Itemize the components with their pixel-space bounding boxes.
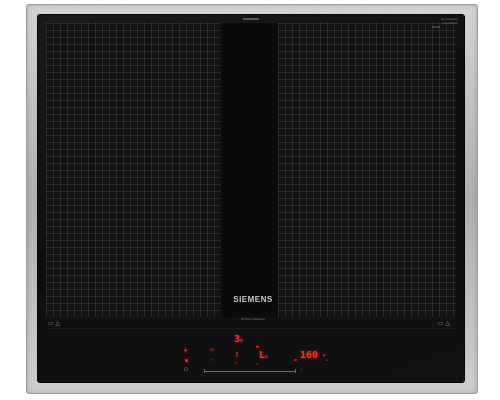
zone-select-dot-icon[interactable]: ●: [185, 359, 188, 364]
center-divider-strip: [221, 23, 278, 317]
heat-level-bar-icon[interactable]: ▯: [235, 351, 239, 358]
timer-mode-icon[interactable]: ◌: [300, 368, 303, 373]
zone-select-line-center-icon[interactable]: ▬: [256, 362, 258, 366]
power-slider[interactable]: [204, 369, 296, 373]
timer-minus-icon[interactable]: ◀: [294, 358, 296, 362]
top-center-marker: [243, 18, 259, 20]
feature-logo: flexInduction powerBoost: [441, 17, 458, 25]
timer-display: 160: [300, 350, 319, 361]
heat-level-display-left: 3s: [234, 334, 244, 345]
power-button-icon[interactable]: ⏻: [184, 368, 188, 373]
cooking-zone-right[interactable]: [278, 23, 456, 317]
slider-start-tick: [204, 369, 205, 373]
model-label: iQ700: [432, 25, 441, 29]
brand-logo: SIEMENS: [233, 295, 273, 304]
cooking-zone-left[interactable]: [46, 23, 221, 317]
right-zone-sensor-icon[interactable]: ▭ △: [438, 320, 450, 327]
slider-end-tick: [295, 369, 296, 373]
left-zone-sensor-icon[interactable]: ▭ △: [48, 320, 60, 327]
control-panel-divider: [46, 328, 456, 329]
timer-clock-icon[interactable]: ◔: [325, 359, 328, 364]
timer-plus-icon[interactable]: ▲: [323, 353, 325, 357]
zone-select-line-left-icon[interactable]: ▬: [235, 361, 237, 365]
glass-ceramic-surface: flexInduction powerBoost iQ700 SIEMENS iQ…: [38, 15, 464, 382]
cooktop-image: flexInduction powerBoost iQ700 SIEMENS iQ…: [0, 0, 500, 400]
heat-level-display-center: Lc: [259, 350, 269, 361]
series-label: iQ700 Induction: [240, 317, 265, 321]
lock-indicator-icon[interactable]: ▲: [184, 348, 187, 353]
zone-indicator-dim-icon: ▪: [210, 357, 213, 362]
zone-marker-icon[interactable]: ▭: [210, 347, 214, 353]
